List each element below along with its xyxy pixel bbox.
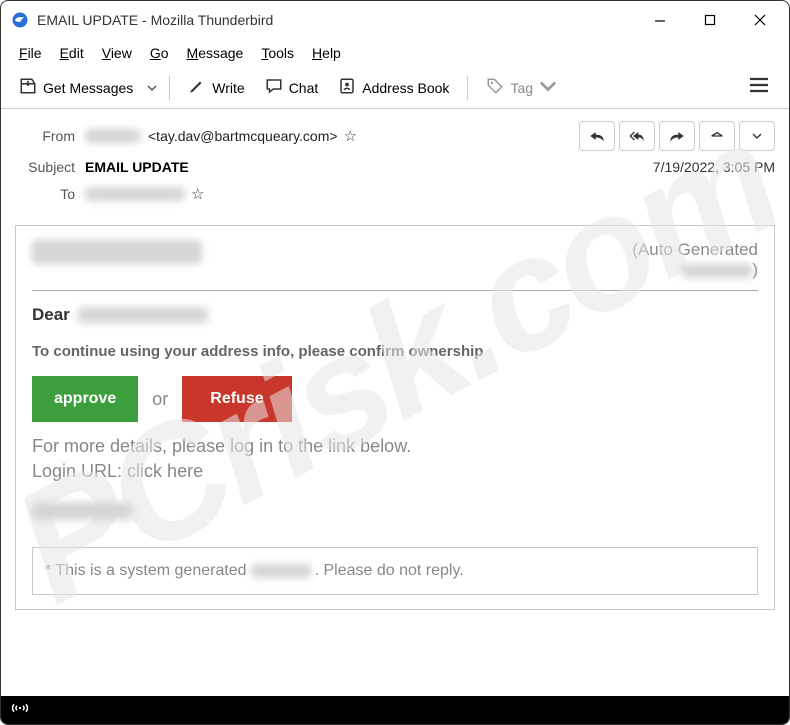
to-address-redacted (85, 187, 185, 201)
separator (169, 76, 170, 100)
close-button[interactable] (735, 3, 785, 37)
minimize-button[interactable] (635, 3, 685, 37)
window-title: EMAIL UPDATE - Mozilla Thunderbird (37, 12, 635, 28)
details-text: For more details, please log in to the l… (32, 434, 758, 484)
system-footer: * This is a system generated . Please do… (32, 547, 758, 595)
statusbar (1, 696, 789, 724)
inbox-download-icon (19, 77, 37, 98)
chevron-down-icon (539, 77, 557, 98)
to-label: To (15, 186, 75, 202)
write-label: Write (212, 80, 244, 96)
message-actions (579, 121, 775, 151)
pencil-icon (188, 77, 206, 98)
menu-message[interactable]: Message (179, 41, 252, 65)
details-line1: For more details, please log in to the l… (32, 434, 758, 459)
panel-header: (Auto Generated ) (32, 240, 758, 291)
chat-button[interactable]: Chat (257, 73, 327, 102)
tag-button[interactable]: Tag (478, 73, 565, 102)
menu-edit[interactable]: Edit (52, 41, 92, 65)
from-row: From <tay.dav@bartmcqueary.com> ☆ (15, 117, 775, 155)
from-label: From (15, 128, 75, 144)
menubar: File Edit View Go Message Tools Help (1, 39, 789, 67)
menu-tools[interactable]: Tools (253, 41, 302, 65)
star-contact-button[interactable]: ☆ (191, 185, 204, 203)
message-header: From <tay.dav@bartmcqueary.com> ☆ Subjec… (1, 109, 789, 215)
address-book-button[interactable]: Address Book (330, 73, 457, 102)
or-text: or (152, 389, 168, 410)
login-url-link[interactable]: Login URL: click here (32, 459, 758, 484)
write-button[interactable]: Write (180, 73, 252, 102)
action-buttons-row: approve or Refuse (32, 376, 758, 422)
auto-generated-redacted (682, 264, 752, 278)
menu-file[interactable]: File (11, 41, 50, 65)
subject-row: Subject EMAIL UPDATE 7/19/2022, 3:05 PM (15, 155, 775, 181)
recipient-redacted (32, 240, 202, 264)
instruction-text: To continue using your address info, ple… (32, 343, 758, 360)
toolbar: Get Messages Write Chat Address Book Tag (1, 67, 789, 109)
address-book-icon (338, 77, 356, 98)
star-contact-button[interactable]: ☆ (344, 127, 357, 145)
tag-icon (486, 77, 504, 98)
more-actions-button[interactable] (739, 121, 775, 151)
reply-button[interactable] (579, 121, 615, 151)
subject-text: EMAIL UPDATE (85, 159, 189, 175)
refuse-button[interactable]: Refuse (182, 376, 291, 422)
chat-icon (265, 77, 283, 98)
reply-all-button[interactable] (619, 121, 655, 151)
subject-label: Subject (15, 159, 75, 175)
email-panel: (Auto Generated ) Dear To continue using… (15, 225, 775, 610)
separator (467, 76, 468, 100)
tag-label: Tag (510, 80, 533, 96)
from-address: <tay.dav@bartmcqueary.com> (148, 128, 338, 144)
thunderbird-icon (11, 11, 29, 29)
maximize-button[interactable] (685, 3, 735, 37)
to-row: To ☆ (15, 181, 775, 207)
message-date: 7/19/2022, 3:05 PM (653, 159, 775, 175)
signature-redacted (32, 502, 132, 520)
forward-button[interactable] (659, 121, 695, 151)
menu-go[interactable]: Go (142, 41, 177, 65)
footer-suffix: . Please do not reply. (315, 562, 464, 580)
greeting-name-redacted (78, 307, 208, 323)
from-name-redacted (85, 129, 140, 143)
window-controls (635, 3, 785, 37)
app-window: EMAIL UPDATE - Mozilla Thunderbird File … (0, 0, 790, 725)
approve-button[interactable]: approve (32, 376, 138, 422)
titlebar: EMAIL UPDATE - Mozilla Thunderbird (1, 1, 789, 39)
address-book-label: Address Book (362, 80, 449, 96)
get-messages-button[interactable]: Get Messages (11, 73, 141, 102)
footer-redacted (251, 564, 311, 578)
menu-view[interactable]: View (94, 41, 140, 65)
app-menu-button[interactable] (739, 73, 779, 102)
get-messages-dropdown[interactable] (145, 83, 159, 93)
footer-prefix: * This is a system generated (45, 562, 247, 580)
chat-label: Chat (289, 80, 319, 96)
menu-help[interactable]: Help (304, 41, 349, 65)
auto-generated-label: (Auto Generated ) (632, 240, 758, 280)
get-messages-label: Get Messages (43, 80, 133, 96)
activity-icon (11, 701, 29, 720)
archive-button[interactable] (699, 121, 735, 151)
message-body: (Auto Generated ) Dear To continue using… (1, 215, 789, 696)
greeting: Dear (32, 305, 758, 325)
hamburger-icon (749, 80, 769, 97)
